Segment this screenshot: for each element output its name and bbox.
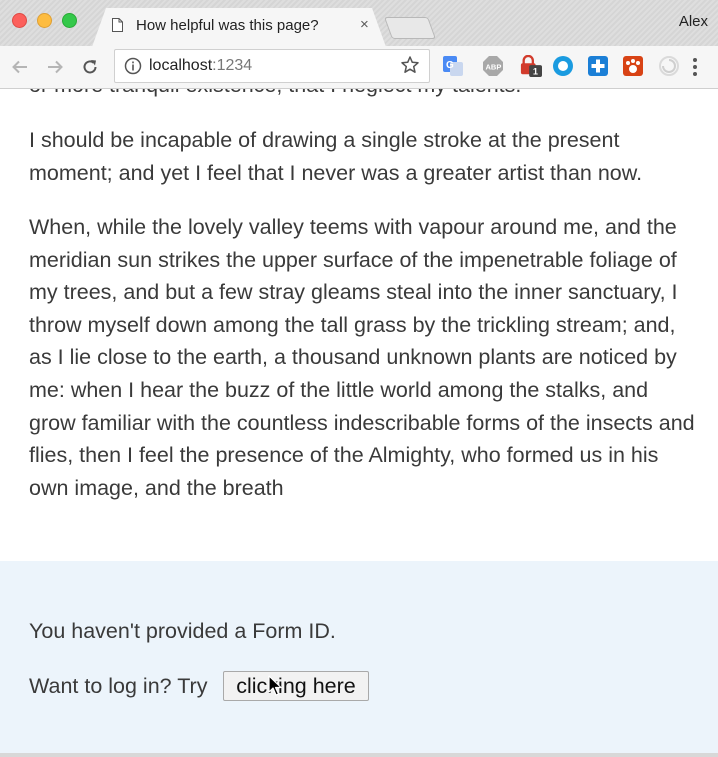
reload-icon[interactable]	[81, 58, 99, 76]
svg-text:ABP: ABP	[486, 63, 502, 72]
plus-icon[interactable]	[587, 55, 609, 77]
address-bar[interactable]: localhost:1234	[114, 49, 430, 83]
title-bar: How helpful was this page? × Alex	[0, 0, 718, 47]
tab-close-icon[interactable]: ×	[360, 17, 369, 33]
swirl-icon[interactable]	[658, 55, 680, 77]
circle-icon[interactable]	[552, 55, 574, 77]
partial-paragraph: or more tranquil existence, that I negle…	[29, 89, 697, 102]
svg-text:G: G	[446, 60, 454, 71]
forward-arrow-icon[interactable]	[46, 58, 64, 76]
bottom-border	[0, 753, 718, 757]
feedback-panel: You haven't provided a Form ID. Want to …	[0, 561, 718, 753]
paragraph-3: When, while the lovely valley teems with…	[29, 215, 695, 500]
bookmark-star-icon[interactable]	[400, 55, 420, 75]
url-text[interactable]: localhost:1234	[149, 57, 252, 75]
new-tab-button[interactable]	[383, 17, 437, 39]
translate-icon[interactable]: G	[442, 55, 464, 77]
zoom-window-button[interactable]	[62, 13, 77, 28]
tab-title: How helpful was this page?	[136, 17, 319, 34]
paw-icon[interactable]	[622, 55, 644, 77]
profile-name[interactable]: Alex	[679, 13, 708, 30]
page-content: or more tranquil existence, that I negle…	[0, 89, 718, 561]
document-icon	[112, 18, 123, 32]
browser-tab-active[interactable]: How helpful was this page? ×	[92, 8, 386, 47]
svg-text:1: 1	[533, 67, 538, 77]
close-window-button[interactable]	[12, 13, 27, 28]
login-button[interactable]: clicking here	[223, 671, 369, 701]
info-icon[interactable]	[124, 57, 142, 75]
mouse-cursor-icon	[268, 675, 282, 696]
paragraph-2: I should be incapable of drawing a singl…	[29, 128, 643, 185]
login-prompt: Want to log in? Try	[29, 674, 208, 698]
browser-toolbar: localhost:1234 G ABP 1	[0, 46, 718, 89]
abp-icon[interactable]: ABP	[482, 55, 504, 77]
minimize-window-button[interactable]	[37, 13, 52, 28]
lock-badge-icon[interactable]: 1	[518, 55, 544, 77]
no-form-id-message: You haven't provided a Form ID.	[29, 619, 336, 643]
back-arrow-icon[interactable]	[11, 58, 29, 76]
more-menu-icon[interactable]	[692, 57, 698, 77]
